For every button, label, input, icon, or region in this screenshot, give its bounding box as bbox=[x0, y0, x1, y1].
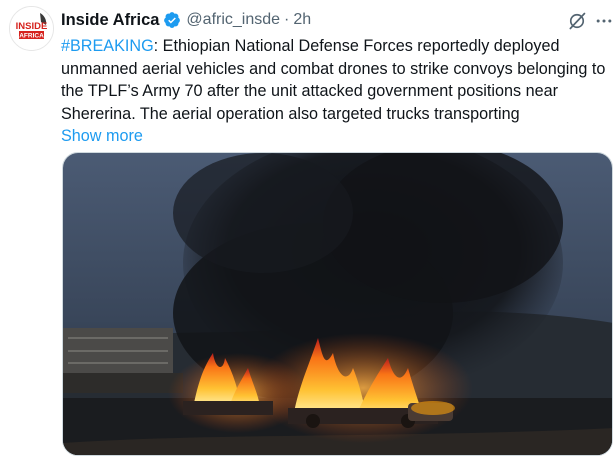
hashtag-link[interactable]: #BREAKING bbox=[61, 37, 154, 55]
display-name[interactable]: Inside Africa bbox=[61, 11, 159, 30]
show-more-link[interactable]: Show more bbox=[61, 125, 609, 148]
more-options-icon[interactable] bbox=[594, 11, 614, 31]
avatar-text-top: INSIDE bbox=[16, 21, 48, 32]
grok-icon[interactable] bbox=[567, 11, 587, 31]
timestamp[interactable]: 2h bbox=[293, 11, 311, 29]
tweet-text: #BREAKING: Ethiopian National Defense Fo… bbox=[61, 35, 609, 148]
tweet-media-image[interactable] bbox=[62, 152, 613, 456]
avatar[interactable]: INSIDE AFRICA bbox=[9, 6, 54, 51]
verified-badge-icon[interactable] bbox=[163, 11, 181, 29]
inside-africa-logo: INSIDE AFRICA bbox=[10, 7, 53, 50]
burning-vehicles-photo bbox=[63, 153, 612, 455]
handle[interactable]: @afric_insde bbox=[186, 11, 280, 29]
avatar-text-bottom: AFRICA bbox=[19, 33, 44, 40]
separator: · bbox=[284, 11, 290, 28]
tweet-header: Inside Africa @afric_insde · 2h bbox=[61, 9, 311, 31]
